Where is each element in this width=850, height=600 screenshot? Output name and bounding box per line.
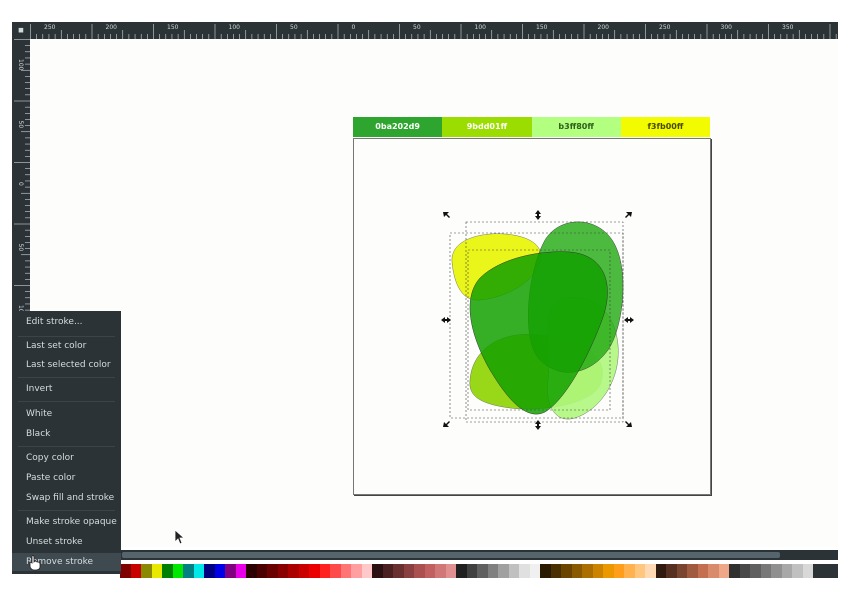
palette-swatch[interactable]: [151, 564, 162, 578]
palette-swatch[interactable]: [718, 564, 729, 578]
palette-swatch[interactable]: [529, 564, 540, 578]
palette-swatch[interactable]: [162, 564, 173, 578]
palette-swatch[interactable]: [351, 564, 362, 578]
palette-swatch[interactable]: [246, 564, 257, 578]
palette-swatch[interactable]: [592, 564, 603, 578]
palette-swatch[interactable]: [456, 564, 467, 578]
palette-swatch[interactable]: [382, 564, 393, 578]
palette-swatch[interactable]: [277, 564, 288, 578]
palette-swatch[interactable]: [225, 564, 236, 578]
palette-swatch[interactable]: [739, 564, 750, 578]
palette-swatch[interactable]: [120, 564, 131, 578]
palette-swatch[interactable]: [330, 564, 341, 578]
palette-swatch[interactable]: [771, 564, 782, 578]
palette-swatch[interactable]: [256, 564, 267, 578]
menu-unset-stroke[interactable]: Unset stroke: [12, 533, 121, 551]
palette-swatch[interactable]: [466, 564, 477, 578]
palette-swatch[interactable]: [603, 564, 614, 578]
palette-swatch[interactable]: [687, 564, 698, 578]
palette-swatch[interactable]: [288, 564, 299, 578]
palette-swatch[interactable]: [487, 564, 498, 578]
palette-swatch[interactable]: [361, 564, 372, 578]
palette-swatch[interactable]: [561, 564, 572, 578]
palette-swatch[interactable]: [235, 564, 246, 578]
handle-right-icon[interactable]: [624, 317, 634, 323]
menu-invert[interactable]: Invert: [12, 380, 121, 398]
palette-swatch[interactable]: [498, 564, 509, 578]
palette-swatch[interactable]: [676, 564, 687, 578]
palette-swatch[interactable]: [414, 564, 425, 578]
palette-swatch[interactable]: [424, 564, 435, 578]
palette-swatch[interactable]: [435, 564, 446, 578]
palette-swatch[interactable]: [781, 564, 792, 578]
menu-edit-stroke[interactable]: Edit stroke...: [12, 313, 121, 331]
menu-separator: [18, 377, 115, 378]
palette-swatch[interactable]: [750, 564, 761, 578]
horizontal-scrollbar-thumb[interactable]: [122, 552, 780, 558]
menu-paste-color[interactable]: Paste color: [12, 469, 121, 487]
palette-swatch[interactable]: [403, 564, 414, 578]
palette-swatch[interactable]: [624, 564, 635, 578]
arrow-cursor-icon: [174, 529, 186, 545]
palette-swatch[interactable]: [393, 564, 404, 578]
palette-swatch[interactable]: [298, 564, 309, 578]
menu-make-stroke-opaque[interactable]: Make stroke opaque: [12, 513, 121, 531]
hand-cursor-icon: [29, 555, 41, 571]
palette-swatch[interactable]: [697, 564, 708, 578]
handle-top-icon[interactable]: [535, 210, 541, 220]
menu-last-selected-color[interactable]: Last selected color: [12, 356, 121, 374]
palette-swatch[interactable]: [183, 564, 194, 578]
palette-swatch[interactable]: [193, 564, 204, 578]
palette-swatch[interactable]: [477, 564, 488, 578]
palette-swatch[interactable]: [508, 564, 519, 578]
handle-top-right-icon[interactable]: [625, 212, 632, 218]
palette-swatch[interactable]: [319, 564, 330, 578]
menu-separator: [18, 401, 115, 402]
palette-swatch[interactable]: [760, 564, 771, 578]
palette-swatch[interactable]: [445, 564, 456, 578]
palette-swatch[interactable]: [645, 564, 656, 578]
color-palette: [120, 564, 838, 578]
palette-swatch[interactable]: [571, 564, 582, 578]
menu-black[interactable]: Black: [12, 425, 121, 443]
stroke-context-menu: Edit stroke... Last set color Last selec…: [12, 311, 121, 574]
palette-swatch[interactable]: [802, 564, 813, 578]
palette-swatch[interactable]: [141, 564, 152, 578]
menu-copy-color[interactable]: Copy color: [12, 449, 121, 467]
palette-swatch[interactable]: [792, 564, 803, 578]
handle-top-left-icon[interactable]: [443, 212, 450, 218]
palette-swatch[interactable]: [214, 564, 225, 578]
palette-swatch[interactable]: [708, 564, 719, 578]
handle-left-icon[interactable]: [441, 317, 451, 323]
palette-swatch[interactable]: [550, 564, 561, 578]
palette-swatch[interactable]: [519, 564, 530, 578]
bottom-strip: [0, 578, 850, 600]
palette-swatch[interactable]: [613, 564, 624, 578]
menu-separator: [18, 510, 115, 511]
palette-swatch[interactable]: [340, 564, 351, 578]
handle-bottom-icon[interactable]: [535, 420, 541, 430]
menu-white[interactable]: White: [12, 405, 121, 423]
palette-swatch[interactable]: [634, 564, 645, 578]
palette-swatch[interactable]: [267, 564, 278, 578]
palette-swatch[interactable]: [582, 564, 593, 578]
palette-swatch[interactable]: [729, 564, 740, 578]
selected-shapes-group[interactable]: [0, 0, 850, 600]
handle-bottom-right-icon[interactable]: [625, 421, 632, 427]
palette-swatch[interactable]: [666, 564, 677, 578]
inkscape-window: ◼ 250 200 150 100 50 0 50 100 150 200 250 300 350 10…: [0, 0, 850, 600]
handle-bottom-left-icon[interactable]: [443, 421, 450, 427]
palette-swatch[interactable]: [655, 564, 666, 578]
menu-separator: [18, 446, 115, 447]
palette-swatch[interactable]: [130, 564, 141, 578]
palette-swatch[interactable]: [540, 564, 551, 578]
palette-swatch[interactable]: [309, 564, 320, 578]
menu-last-set-color[interactable]: Last set color: [12, 337, 121, 355]
palette-swatch[interactable]: [372, 564, 383, 578]
menu-swap-fill-stroke[interactable]: Swap fill and stroke: [12, 489, 121, 507]
palette-swatch[interactable]: [204, 564, 215, 578]
palette-swatch[interactable]: [172, 564, 183, 578]
